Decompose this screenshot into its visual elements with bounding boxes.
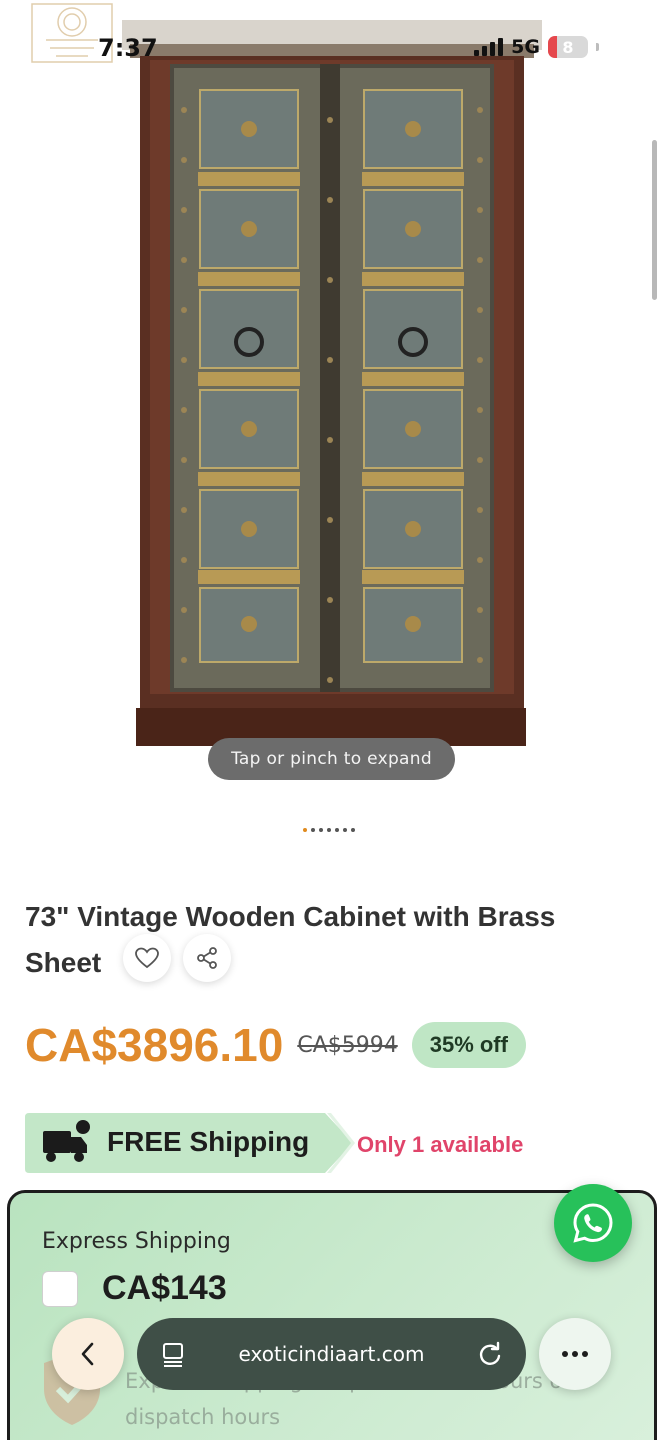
whatsapp-chat-button[interactable] xyxy=(554,1184,632,1262)
express-shipping-price: CA$143 xyxy=(102,1269,227,1307)
original-price: CA$5994 xyxy=(297,1032,398,1058)
sale-price: CA$3896.10 xyxy=(25,1019,284,1071)
more-options-button[interactable] xyxy=(539,1318,611,1390)
carousel-dot[interactable] xyxy=(311,828,315,832)
wishlist-button[interactable] xyxy=(123,934,171,982)
product-title: 73" Vintage Wooden Cabinet with Brass xyxy=(25,901,556,932)
status-time: 7:37 xyxy=(98,34,158,62)
image-carousel-dots xyxy=(303,828,355,832)
carousel-dot[interactable] xyxy=(327,828,331,832)
battery-level: 8 xyxy=(562,37,574,57)
availability-text: Only 1 available xyxy=(357,1132,524,1157)
browser-toolbar: exoticindiaart.com xyxy=(0,1310,663,1400)
carousel-dot[interactable] xyxy=(303,828,307,832)
product-title-line2: Sheet xyxy=(25,947,102,978)
carousel-dot[interactable] xyxy=(343,828,347,832)
reload-icon[interactable] xyxy=(476,1340,504,1368)
price-row: CA$3896.10 CA$5994 35% off xyxy=(25,1018,526,1072)
discount-badge: 35% off xyxy=(411,1022,526,1068)
signal-icon xyxy=(474,38,504,56)
status-indicators: 5G 8 xyxy=(474,36,599,58)
carousel-dot[interactable] xyxy=(351,828,355,832)
chevron-left-icon xyxy=(81,1342,94,1366)
scroll-indicator[interactable] xyxy=(652,140,657,300)
express-shipping-label: Express Shipping xyxy=(42,1229,231,1254)
tap-to-expand-hint: Tap or pinch to expand xyxy=(208,738,455,780)
status-bar: 7:37 5G 8 xyxy=(0,0,663,96)
free-shipping-label: FREE Shipping xyxy=(107,1126,310,1157)
address-bar[interactable]: exoticindiaart.com xyxy=(137,1318,526,1390)
free-shipping-banner: FREE Shipping xyxy=(25,1113,355,1173)
share-button[interactable] xyxy=(183,934,231,982)
more-dots-icon xyxy=(562,1351,588,1357)
network-type: 5G xyxy=(511,36,540,58)
carousel-dot[interactable] xyxy=(335,828,339,832)
back-button[interactable] xyxy=(52,1318,124,1390)
carousel-dot[interactable] xyxy=(319,828,323,832)
share-icon xyxy=(197,947,217,969)
battery-icon: 8 xyxy=(548,36,588,58)
url-text: exoticindiaart.com xyxy=(238,1342,425,1366)
express-shipping-checkbox[interactable] xyxy=(42,1271,78,1307)
whatsapp-icon xyxy=(573,1203,613,1243)
product-image[interactable]: Tap or pinch to expand xyxy=(0,0,663,800)
cabinet-image xyxy=(122,20,542,746)
battery-tip xyxy=(596,43,599,51)
heart-icon xyxy=(135,947,159,969)
